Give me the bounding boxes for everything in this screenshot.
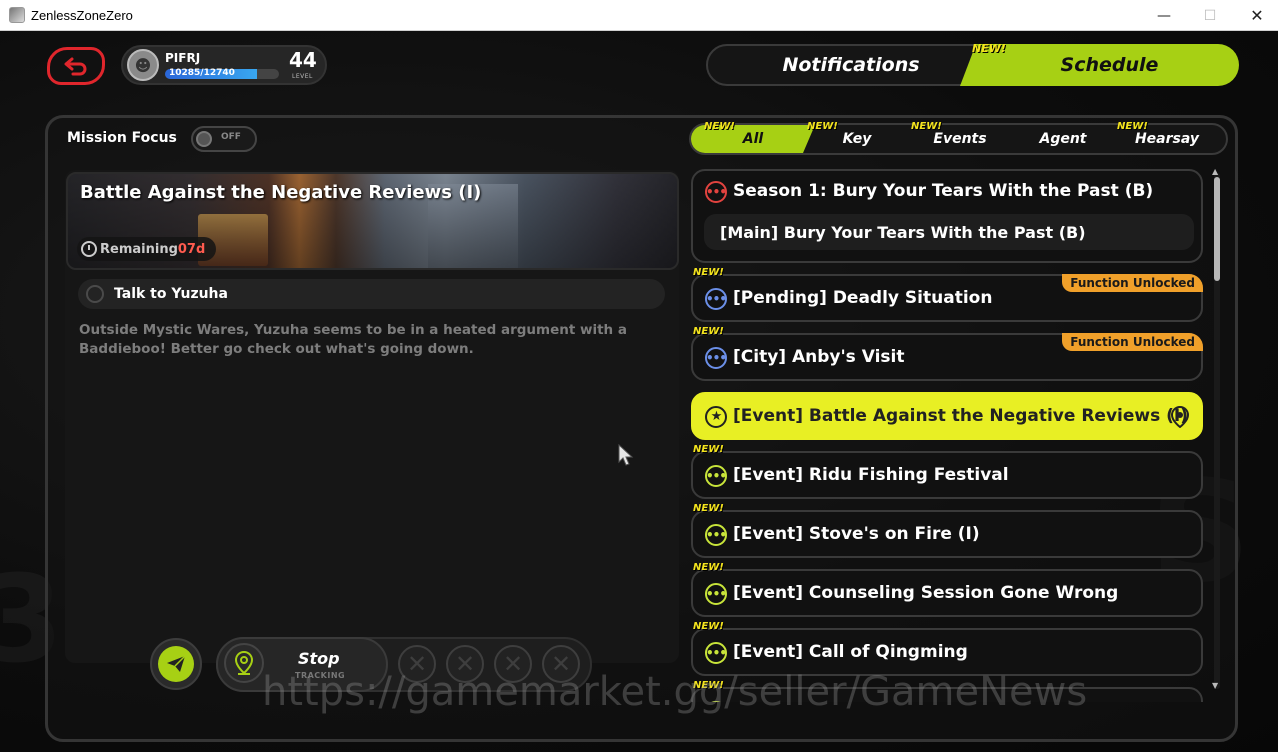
send-location-button[interactable] — [150, 638, 202, 690]
mission-description: Outside Mystic Wares, Yuzuha seems to be… — [79, 322, 627, 357]
new-tag: NEW! — [693, 267, 724, 278]
quest-label: [Event] Stove's on Fire (I) — [733, 524, 980, 544]
quest-label: [Event] Call of Qingming — [733, 642, 968, 662]
quest-item-tracked[interactable]: ★ [Event] Battle Against the Negative Re… — [691, 392, 1203, 440]
quest-label: [Pending] Deadly Situation — [733, 288, 993, 308]
objective-text: Talk to Yuzuha — [114, 286, 228, 302]
minimize-button[interactable]: — — [1141, 0, 1187, 31]
quest-item[interactable]: ••• [Pending] Deadly Situation Function … — [691, 267, 1203, 322]
season-title: Season 1: Bury Your Tears With the Past … — [733, 181, 1154, 201]
mission-title: Battle Against the Negative Reviews (I) — [80, 182, 482, 203]
schedule-new-tag: NEW! — [972, 42, 1006, 55]
map-pin-button[interactable] — [224, 643, 264, 683]
back-arrow-icon — [64, 57, 87, 76]
objective-checkbox-icon — [86, 285, 104, 303]
remaining-value: 07d — [177, 241, 206, 257]
function-unlocked-badge: Function Unlocked — [1062, 274, 1203, 292]
avatar: ☻ — [127, 49, 159, 81]
paper-plane-icon — [167, 655, 186, 672]
player-level: 44 — [289, 48, 317, 72]
window-titlebar: ZenlessZoneZero — ☐ ✕ — [0, 0, 1278, 31]
xp-text: 10285/12740 — [169, 68, 235, 78]
filter-new-tag: NEW! — [1117, 121, 1148, 132]
quest-status-icon: ••• — [705, 642, 727, 664]
mouse-cursor-icon — [618, 443, 634, 466]
quest-label: [City] Anby's Visit — [733, 347, 905, 367]
quest-list: ••• Season 1: Bury Your Tears With the P… — [691, 139, 1207, 702]
quest-label: [Event] Ridu Fishing Festival — [733, 465, 1009, 485]
new-tag: NEW! — [693, 503, 724, 514]
close-window-button[interactable]: ✕ — [1234, 0, 1278, 31]
tracking-pin-icon — [1171, 406, 1189, 428]
watermark: https://gamemarket.gg/seller/GameNews — [262, 669, 1088, 715]
objective-row: Talk to Yuzuha — [78, 279, 665, 309]
clock-icon — [81, 241, 97, 257]
mission-focus-label: Mission Focus — [67, 130, 177, 146]
app-icon — [9, 7, 25, 23]
scroll-up-icon[interactable]: ▲ — [1212, 167, 1218, 176]
filter-new-tag: NEW! — [911, 121, 942, 132]
player-name: PIFRJ — [165, 51, 201, 65]
quest-item[interactable]: ••• [City] Anby's Visit Function Unlocke… — [691, 326, 1203, 381]
quest-item[interactable]: ••• [Event] Ridu Fishing Festival NEW! — [691, 444, 1203, 499]
toggle-knob — [196, 131, 212, 147]
new-tag: NEW! — [693, 326, 724, 337]
mission-focus-toggle[interactable]: OFF — [191, 126, 257, 152]
main-quest-icon: ••• — [705, 181, 727, 203]
player-profile[interactable]: ☻ PIFRJ 10285/12740 44 LEVEL — [121, 45, 327, 85]
back-button[interactable] — [47, 47, 105, 85]
season-card[interactable]: ••• Season 1: Bury Your Tears With the P… — [691, 169, 1203, 263]
map-pin-icon — [235, 651, 253, 675]
quest-status-icon: ••• — [705, 583, 727, 605]
level-label: LEVEL — [292, 73, 313, 80]
scrollbar-thumb[interactable] — [1214, 177, 1220, 281]
quest-status-icon: ••• — [705, 347, 727, 369]
maximize-button[interactable]: ☐ — [1187, 0, 1233, 31]
quest-status-icon: ••• — [705, 524, 727, 546]
quest-label: [Event] Battle Against the Negative Revi… — [733, 406, 1188, 426]
main-quest-item[interactable]: [Main] Bury Your Tears With the Past (B) — [704, 214, 1194, 250]
stop-label: Stop — [298, 649, 340, 668]
tab-notifications[interactable]: Notifications — [706, 44, 996, 86]
remaining-time: Remaining 07d — [77, 237, 216, 261]
toggle-state: OFF — [221, 132, 241, 142]
window-title: ZenlessZoneZero — [31, 8, 133, 23]
new-tag: NEW! — [693, 444, 724, 455]
quest-list-scrollbar[interactable]: ▲ ▼ — [1212, 167, 1220, 690]
quest-label: [Event] Counseling Session Gone Wrong — [733, 583, 1119, 603]
new-tag: NEW! — [693, 621, 724, 632]
scroll-down-icon[interactable]: ▼ — [1212, 681, 1218, 690]
function-unlocked-badge: Function Unlocked — [1062, 333, 1203, 351]
star-icon: ★ — [705, 406, 727, 428]
quest-item[interactable]: ••• [Event] Stove's on Fire (I) NEW! — [691, 503, 1203, 558]
new-tag: NEW! — [693, 562, 724, 573]
quest-status-icon: ••• — [705, 288, 727, 310]
filter-new-tag: NEW! — [704, 121, 735, 132]
quest-status-icon: ••• — [705, 465, 727, 487]
filter-new-tag: NEW! — [807, 121, 838, 132]
remaining-label: Remaining — [100, 241, 178, 257]
quest-item[interactable]: ••• [Event] Counseling Session Gone Wron… — [691, 562, 1203, 617]
